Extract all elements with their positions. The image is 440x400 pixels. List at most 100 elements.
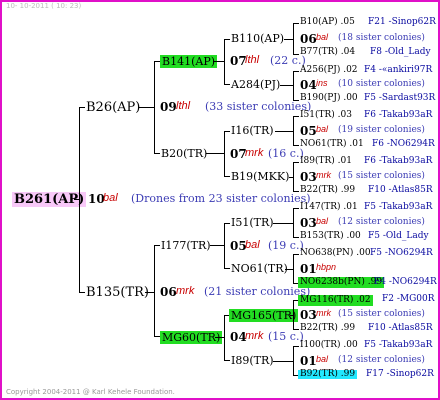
connector <box>280 85 293 86</box>
ancestor-bottom-origin: F10 -Atlas85R <box>368 185 433 195</box>
connector <box>293 23 294 55</box>
gen-l4: 03 <box>300 308 317 322</box>
note-l1-1: (33 sister colonies) <box>205 100 312 113</box>
ancestor-bottom[interactable]: B153(TR) .00 <box>300 232 361 241</box>
ancestor-top[interactable]: NO638(PN) .00 <box>300 249 371 258</box>
connector <box>224 360 230 361</box>
connector <box>284 39 293 40</box>
fam-l4: mrk <box>316 308 331 318</box>
fam-l4: mrk <box>316 170 331 180</box>
note-l4: (15 sister colonies) <box>338 171 425 181</box>
connector <box>293 208 299 209</box>
ancestor-top[interactable]: I89(TR) .01 <box>300 157 352 166</box>
gen-l1-2: 06 <box>160 285 177 299</box>
note-l4: (18 sister colonies) <box>338 33 425 43</box>
connector <box>154 61 155 154</box>
ggp-queen-6[interactable]: NO61(TR) <box>231 263 288 274</box>
connector <box>224 268 230 269</box>
grandparent-queen-4[interactable]: MG60(TR) <box>160 331 223 344</box>
ancestor-bottom[interactable]: B22(TR) .99 <box>300 186 355 195</box>
connector <box>275 131 293 132</box>
connector <box>224 131 230 132</box>
ancestor-top[interactable]: I147(TR) .01 <box>300 203 358 212</box>
root-note: (Drones from 23 sister colonies) <box>131 192 311 205</box>
connector <box>293 300 294 330</box>
connector <box>293 254 299 255</box>
fam-l4: ins <box>316 78 328 88</box>
connector <box>293 162 299 163</box>
grandparent-queen-1[interactable]: B141(AP) <box>160 55 218 68</box>
ancestor-bottom[interactable]: B92(TR) .99 <box>298 370 358 379</box>
ancestor-bottom[interactable]: B190(PJ) .00 <box>300 94 358 103</box>
ancestor-top-origin: F2 -MG00R <box>382 294 435 304</box>
fam-l1-1: lthl <box>176 100 191 112</box>
fam-l1-2: mrk <box>176 285 195 297</box>
parent-queen-1[interactable]: B26(AP) <box>86 101 140 114</box>
connector <box>293 145 299 146</box>
fam-l4: bal <box>316 216 329 226</box>
connector <box>224 315 225 361</box>
fam-l2-3: bal <box>245 239 260 251</box>
ancestor-top-origin: F5 -Takab93aR <box>364 202 433 212</box>
ancestor-top-origin: F5 -NO6294R <box>370 248 433 258</box>
connector <box>139 107 154 108</box>
ancestor-top[interactable]: A256(PJ) .02 <box>300 66 358 75</box>
fam-l4: bal <box>316 32 329 42</box>
connector <box>293 346 299 347</box>
parent-queen-2[interactable]: B135(TR) <box>86 286 149 299</box>
ancestor-top[interactable]: MG116(TR) .02 <box>298 295 373 306</box>
copyright-footer: Copyright 2004-2011 @ Karl Kehele Founda… <box>6 388 175 396</box>
connector <box>293 191 299 192</box>
connector <box>79 107 85 108</box>
connector <box>210 245 224 246</box>
ancestor-top[interactable]: I51(TR) .03 <box>300 111 352 120</box>
fam-l2-1: lthl <box>245 54 260 66</box>
ggp-queen-2[interactable]: A284(PJ) <box>231 79 280 90</box>
ancestor-bottom[interactable]: NO61(TR) .01 <box>300 140 364 149</box>
ggp-queen-5[interactable]: I51(TR) <box>231 217 274 228</box>
connector <box>79 107 80 293</box>
connector <box>224 176 230 177</box>
gen-l4: 06 <box>300 32 317 46</box>
gen-l4: 03 <box>300 170 317 184</box>
gen-l4: 04 <box>300 78 317 92</box>
connector <box>293 116 294 146</box>
ancestor-top[interactable]: B10(AP) .05 <box>300 18 355 27</box>
ggp-queen-3[interactable]: I16(TR) <box>231 125 274 136</box>
connector <box>273 223 293 224</box>
ggp-queen-8[interactable]: I89(TR) <box>231 355 274 366</box>
connector <box>293 71 294 101</box>
grandparent-queen-3[interactable]: I177(TR) <box>161 240 211 251</box>
ancestor-bottom-origin: F5 -Sardast93R <box>364 93 436 103</box>
connector <box>213 61 224 62</box>
ancestor-bottom-origin: F10 -Atlas85R <box>368 323 433 333</box>
ancestor-bottom[interactable]: NO6238b(PN) .99 <box>298 277 385 288</box>
connector <box>285 269 293 270</box>
connector <box>154 245 155 337</box>
connector <box>293 208 294 238</box>
note-l2-3: (19 c.) <box>268 239 304 252</box>
connector <box>224 39 230 40</box>
ancestor-bottom[interactable]: B22(TR) .99 <box>300 324 355 333</box>
connector <box>293 100 299 101</box>
connector <box>154 245 160 246</box>
ggp-queen-1[interactable]: B110(AP) <box>231 33 284 44</box>
ancestor-top-origin: F6 -Takab93aR <box>364 156 433 166</box>
gen-l4: 03 <box>300 216 317 230</box>
connector <box>293 346 294 376</box>
connector <box>145 292 154 293</box>
connector <box>79 292 85 293</box>
connector <box>224 39 225 85</box>
ancestor-bottom[interactable]: B77(TR) .04 <box>300 48 355 57</box>
ancestor-top[interactable]: I100(TR) .00 <box>300 341 358 350</box>
report-date: 10- 10-2011 ( 10: 23) <box>6 2 82 10</box>
ggp-queen-4[interactable]: B19(MKK) <box>231 171 289 182</box>
ancestor-top-origin: F4 -«ankiri97R <box>364 65 433 75</box>
ggp-queen-7[interactable]: MG165(TR) <box>229 309 299 322</box>
grandparent-queen-2[interactable]: B20(TR) <box>161 148 207 159</box>
connector <box>293 23 299 24</box>
note-l4: (19 sister colonies) <box>338 125 425 135</box>
gen-l4: 05 <box>300 124 317 138</box>
ancestor-bottom-origin: F8 -Old_Lady <box>370 47 431 57</box>
ancestor-bottom-origin: F4 -NO6294R <box>374 277 437 287</box>
